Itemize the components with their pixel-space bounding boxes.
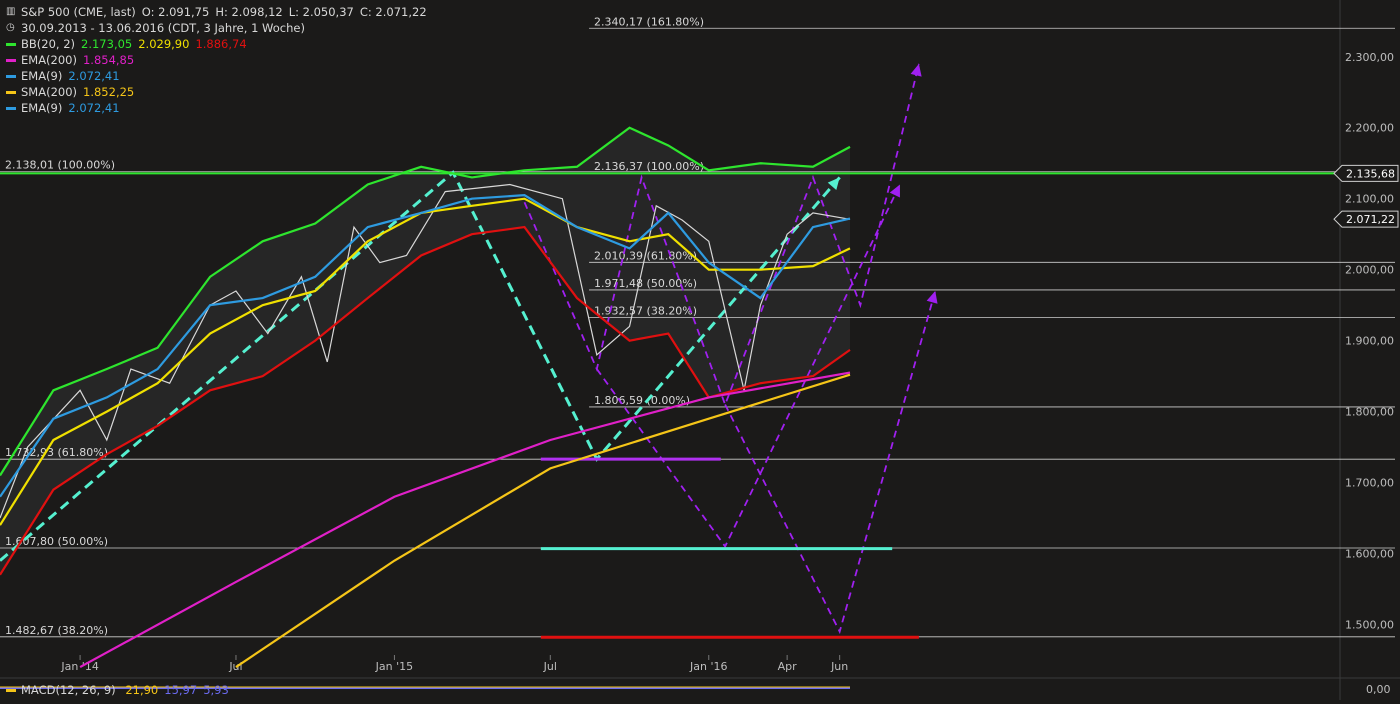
fib-level-label: 1.482,67 (38.20%)	[5, 624, 108, 637]
legend-item[interactable]: EMA(9) 2.072,41	[6, 68, 427, 84]
legend-value: 1.852,25	[83, 85, 135, 99]
fib-level-label: 1.732,93 (61.80%)	[5, 446, 108, 459]
legend-item[interactable]: SMA(200) 1.852,25	[6, 84, 427, 100]
macd-values: 21,90 15,97 5,93	[119, 683, 228, 697]
legend-label: EMA(200)	[21, 53, 77, 67]
x-tick-label: Jan '14	[60, 660, 98, 673]
legend-value: 2.029,90	[138, 37, 190, 51]
y-tick-label: 1.600,00	[1345, 548, 1394, 561]
x-tick-label: Jan '15	[375, 660, 413, 673]
chart-legend: ▥ S&P 500 (CME, last) O: 2.091,75 H: 2.0…	[6, 4, 427, 116]
legend-indicators: BB(20, 2) 2.173,05 2.029,90 1.886,74 EMA(200…	[6, 36, 427, 116]
macd-swatch	[6, 689, 16, 692]
x-tick-label: Jan '16	[689, 660, 727, 673]
legend-value: 2.173,05	[81, 37, 133, 51]
legend-label: SMA(200)	[21, 85, 78, 99]
date-range: 30.09.2013 - 13.06.2016 (CDT, 3 Jahre, 1…	[21, 21, 305, 35]
legend-item[interactable]: EMA(200) 1.854,85	[6, 52, 427, 68]
y-tick-label: 1.900,00	[1345, 335, 1394, 348]
fib-level-label: 1.806,59 (0.00%)	[594, 394, 690, 407]
y-tick-label: 2.100,00	[1345, 193, 1394, 206]
macd-title: MACD(12, 26, 9)	[21, 683, 116, 697]
y-tick-label: 1.800,00	[1345, 406, 1394, 419]
x-tick-label: Apr	[778, 660, 798, 673]
legend-swatch	[6, 58, 16, 62]
macd-value: 5,93	[203, 683, 229, 697]
macd-axis-label: 0,00	[1366, 683, 1391, 696]
legend-title-row: ▥ S&P 500 (CME, last) O: 2.091,75 H: 2.0…	[6, 4, 427, 20]
clock-icon: ◷	[6, 22, 15, 33]
price-marker-label: 2.135,68	[1346, 167, 1395, 180]
legend-swatch	[6, 106, 16, 110]
y-tick-label: 1.500,00	[1345, 619, 1394, 632]
legend-swatch	[6, 42, 16, 46]
x-tick-label: Jul	[228, 660, 242, 673]
legend-swatch	[6, 74, 16, 78]
macd-value: 15,97	[164, 683, 198, 697]
instrument-title: S&P 500 (CME, last)	[21, 5, 136, 19]
fib-level-label: 2.136,37 (100.00%)	[594, 160, 704, 173]
legend-swatch	[6, 90, 16, 94]
legend-item[interactable]: EMA(9) 2.072,41	[6, 100, 427, 116]
macd-legend: MACD(12, 26, 9) 21,90 15,97 5,93	[6, 683, 229, 697]
ohlc-high: H: 2.098,12	[215, 5, 283, 19]
fib-level-label: 2.340,17 (161.80%)	[594, 15, 704, 28]
x-tick-label: Jul	[543, 660, 557, 673]
ohlc-close: C: 2.071,22	[359, 5, 427, 19]
y-tick-label: 2.200,00	[1345, 122, 1394, 135]
fib-level-label: 2.138,01 (100.00%)	[5, 159, 115, 172]
y-tick-label: 1.700,00	[1345, 477, 1394, 490]
legend-label: EMA(9)	[21, 69, 63, 83]
legend-label: BB(20, 2)	[21, 37, 76, 51]
price-marker-label: 2.071,22	[1346, 213, 1395, 226]
ohlc-open: O: 2.091,75	[141, 5, 210, 19]
x-tick-label: Jun	[830, 660, 848, 673]
ohlc-low: L: 2.050,37	[288, 5, 354, 19]
legend-item[interactable]: BB(20, 2) 2.173,05 2.029,90 1.886,74	[6, 36, 427, 52]
macd-value: 21,90	[125, 683, 159, 697]
legend-label: EMA(9)	[21, 101, 63, 115]
legend-value: 2.072,41	[68, 69, 120, 83]
legend-value: 1.886,74	[195, 37, 247, 51]
bar-chart-icon: ▥	[6, 6, 16, 17]
y-tick-label: 2.000,00	[1345, 264, 1394, 277]
legend-range-row: ◷ 30.09.2013 - 13.06.2016 (CDT, 3 Jahre,…	[6, 20, 427, 36]
legend-value: 2.072,41	[68, 101, 120, 115]
y-tick-label: 2.300,00	[1345, 51, 1394, 64]
legend-value: 1.854,85	[82, 53, 135, 67]
